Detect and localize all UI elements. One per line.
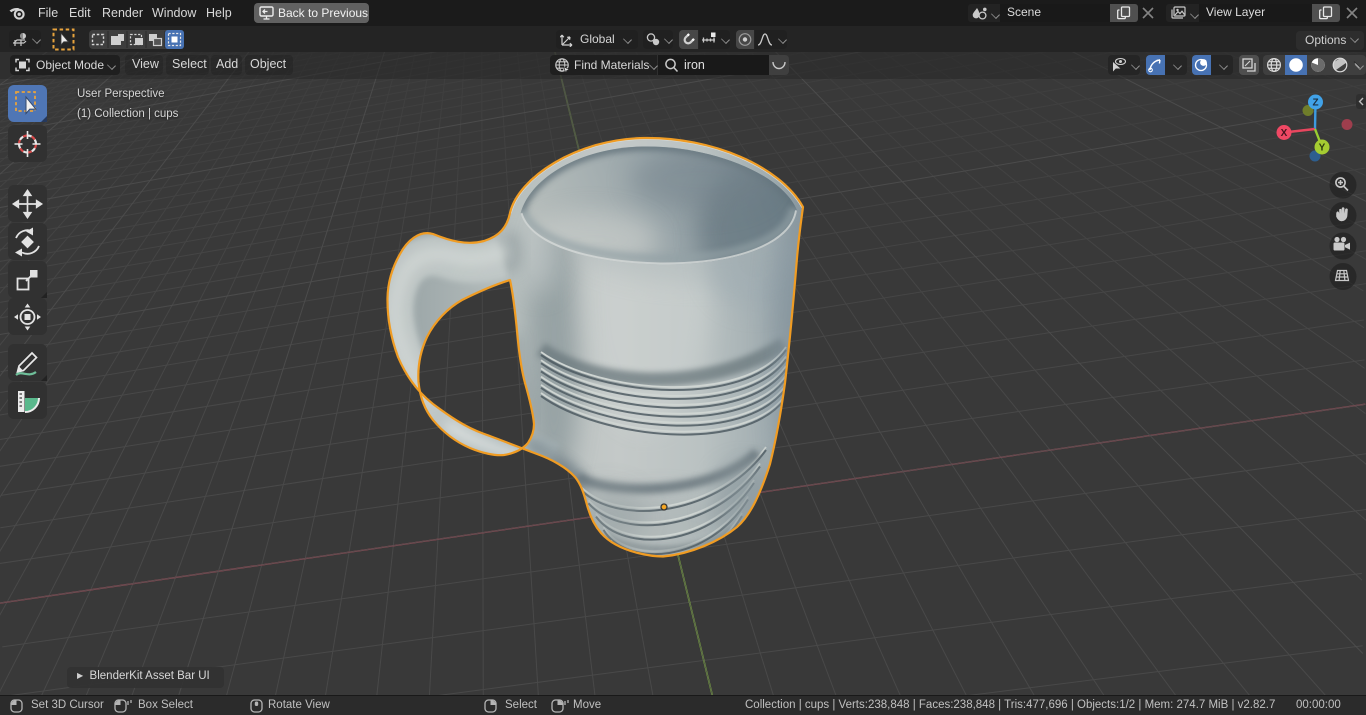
- svg-text:Z: Z: [1312, 98, 1318, 109]
- svg-text:Y: Y: [1319, 143, 1326, 154]
- svg-text:X: X: [1281, 128, 1288, 139]
